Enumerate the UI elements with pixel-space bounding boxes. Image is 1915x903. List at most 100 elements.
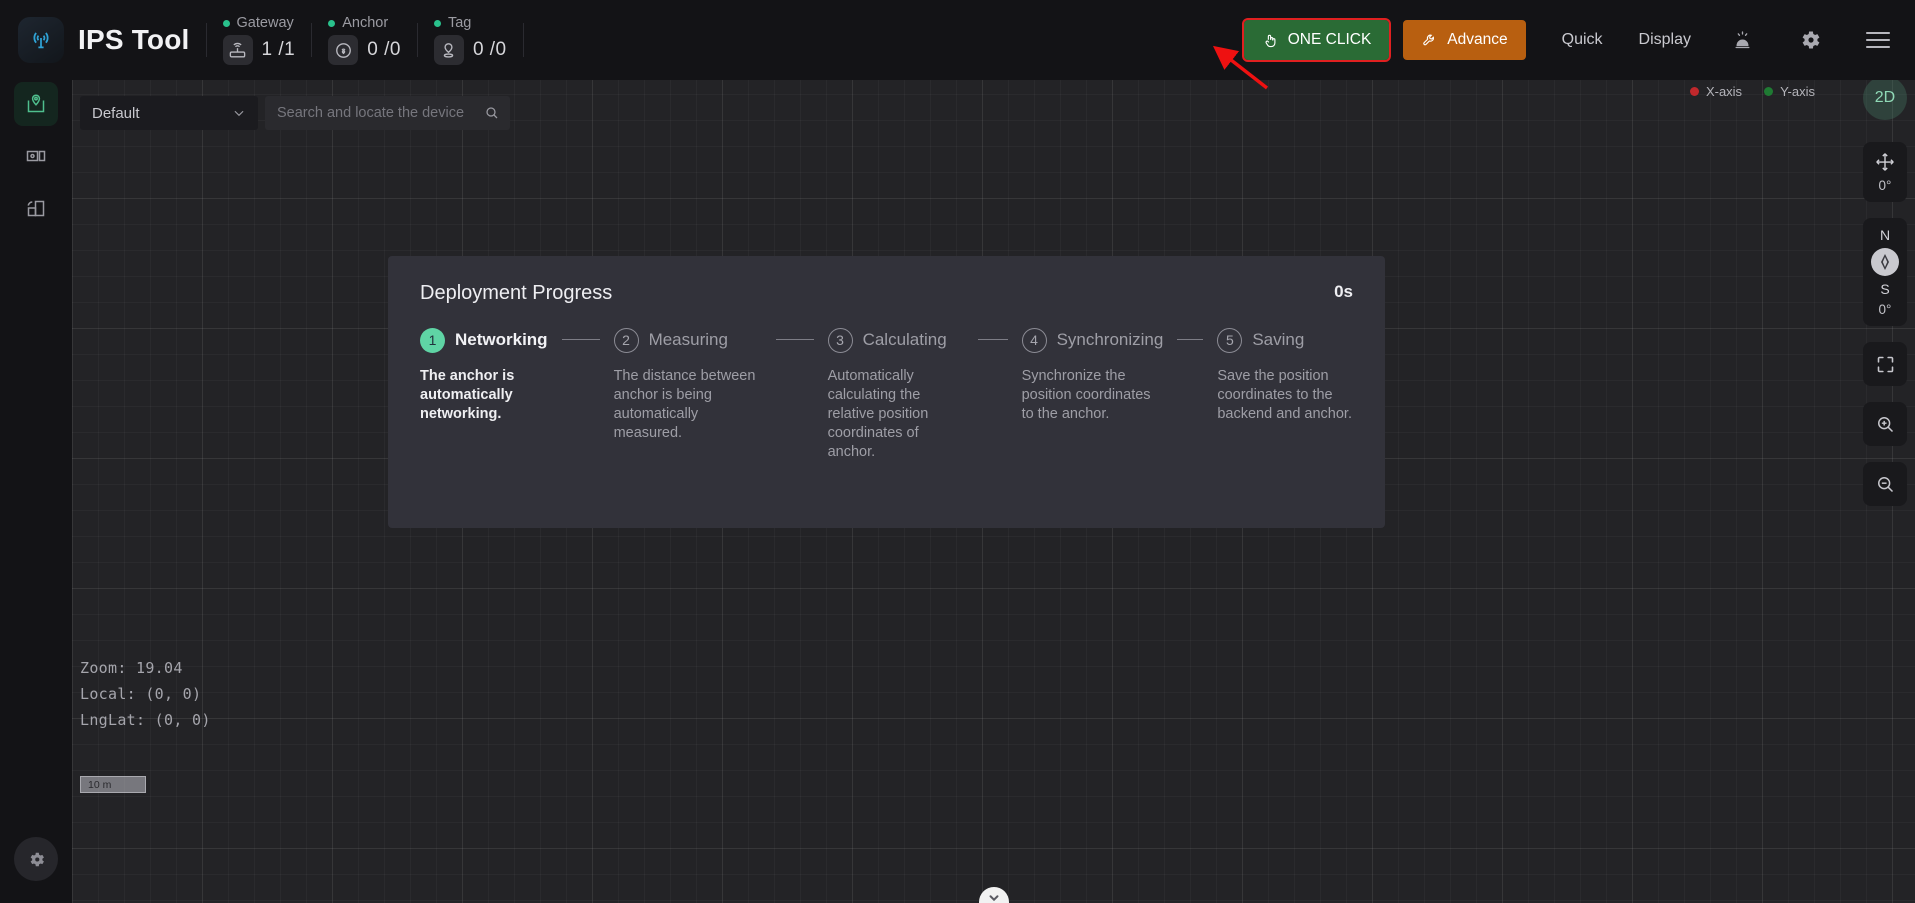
header-divider-1 <box>205 23 207 57</box>
sidebar-item-building[interactable] <box>14 186 58 230</box>
legend-item-y-axis: Y-axis <box>1764 84 1815 99</box>
hamburger-menu-icon[interactable] <box>1861 23 1895 57</box>
stat-gateway-value: 1 /1 <box>261 39 296 60</box>
zoom-in-icon <box>1877 416 1893 432</box>
stat-anchor-value: 0 /0 <box>367 39 401 60</box>
step-description: Save the position coordinates to the bac… <box>1217 368 1352 422</box>
step-connector <box>561 339 600 340</box>
scene-select[interactable]: Default <box>80 96 258 130</box>
sidebar-settings-button[interactable] <box>14 837 58 881</box>
progress-steps: 1 Networking The anchor is automatically… <box>420 327 1353 462</box>
stat-anchor-value-row: 0 /0 <box>328 35 401 65</box>
step-label: Networking <box>455 330 548 349</box>
step-label: Synchronizing <box>1056 330 1164 349</box>
step-number-badge: 3 <box>827 327 853 353</box>
local-readout: Local: (0, 0) <box>80 685 211 703</box>
panel-header: Deployment Progress 0s <box>420 282 1353 305</box>
status-dot-icon <box>328 19 336 27</box>
device-search[interactable] <box>265 96 510 130</box>
step-connector <box>775 339 814 340</box>
tag-pin-icon <box>433 35 464 65</box>
fit-screen-button[interactable] <box>1863 342 1907 386</box>
status-dot-icon <box>222 19 230 27</box>
alarm-light-icon[interactable] <box>1725 23 1759 57</box>
advance-button[interactable]: Advance <box>1403 20 1526 60</box>
stat-tag[interactable]: Tag 0 /0 <box>433 12 507 68</box>
router-icon <box>222 35 253 65</box>
stat-tag-value-row: 0 /0 <box>433 35 507 65</box>
step-description: The anchor is automatically networking. <box>420 368 515 422</box>
app-header: IPS Tool Gateway 1 /1 Anchor 0 /0 Tag 0 … <box>0 0 1915 80</box>
step-head: 3 Calculating <box>827 327 964 353</box>
step-synchronizing[interactable]: 4 Synchronizing Synchronize the position… <box>1021 327 1164 462</box>
stat-tag-label-row: Tag <box>433 15 472 31</box>
advance-button-label: Advance <box>1447 31 1508 48</box>
y-axis-color-dot <box>1764 87 1774 96</box>
step-number-badge: 5 <box>1217 327 1243 353</box>
zoom-readout-value: 19.04 <box>136 659 183 677</box>
search-input[interactable] <box>277 105 484 121</box>
step-connector <box>977 339 1008 340</box>
bottom-panel-toggle[interactable] <box>978 887 1009 903</box>
stat-anchor-label: Anchor <box>342 15 389 31</box>
compass-north-label: N <box>1879 227 1891 243</box>
panel-elapsed-timer: 0s <box>1334 282 1353 301</box>
local-readout-label: Local: <box>80 685 136 703</box>
stat-anchor[interactable]: Anchor 0 /0 <box>328 12 401 68</box>
legend-label-y-axis: Y-axis <box>1780 84 1815 99</box>
step-connector <box>1177 339 1204 340</box>
compass-control[interactable]: N S 0° <box>1863 218 1907 326</box>
zoom-readout: Zoom: 19.04 <box>80 659 211 677</box>
signal-tower-icon <box>33 32 49 49</box>
step-head: 1 Networking <box>420 327 548 353</box>
zoom-out-icon <box>1877 476 1893 492</box>
map-right-toolbar: 0° N S 0° <box>1863 142 1907 522</box>
step-measuring[interactable]: 2 Measuring The distance between anchor … <box>613 327 762 462</box>
display-link[interactable]: Display <box>1639 31 1691 49</box>
left-sidebar <box>0 68 72 903</box>
fit-screen-icon <box>1877 356 1893 372</box>
lnglat-readout: LngLat: (0, 0) <box>80 711 211 729</box>
pitch-control[interactable]: 0° <box>1863 142 1907 202</box>
stat-gateway-value-row: 1 /1 <box>222 35 296 65</box>
search-icon[interactable] <box>484 105 500 121</box>
pitch-value: 0° <box>1878 178 1892 193</box>
one-click-button[interactable]: ONE CLICK <box>1241 18 1392 62</box>
step-label: Calculating <box>862 330 947 349</box>
zoom-in-button[interactable] <box>1863 402 1907 446</box>
status-dot-icon <box>433 19 441 27</box>
view-mode-toggle[interactable]: 2D <box>1863 76 1907 120</box>
tap-hand-icon <box>1262 32 1279 49</box>
lnglat-readout-label: LngLat: <box>80 711 146 729</box>
step-networking[interactable]: 1 Networking The anchor is automatically… <box>420 327 548 462</box>
legend-item-x-axis: X-axis <box>1689 84 1742 99</box>
sidebar-item-map[interactable] <box>14 82 58 126</box>
stat-gateway[interactable]: Gateway 1 /1 <box>222 12 296 68</box>
move-arrows-icon <box>1876 153 1894 171</box>
zoom-out-button[interactable] <box>1863 462 1907 506</box>
sidebar-item-dashboard[interactable] <box>14 134 58 178</box>
step-saving[interactable]: 5 Saving Save the position coordinates t… <box>1217 327 1377 462</box>
step-number-badge: 4 <box>1021 327 1047 353</box>
step-label: Measuring <box>648 330 728 349</box>
stat-tag-label: Tag <box>447 15 472 31</box>
step-head: 5 Saving <box>1217 327 1377 353</box>
step-description: The distance between anchor is being aut… <box>613 368 756 441</box>
ips-tool-app: IPS Tool Gateway 1 /1 Anchor 0 /0 Tag 0 … <box>0 0 1915 903</box>
stat-anchor-label-row: Anchor <box>328 15 388 31</box>
scene-select-value: Default <box>92 104 140 122</box>
lnglat-readout-value: (0, 0) <box>154 711 211 729</box>
dashboard-layout-icon <box>26 150 46 162</box>
one-click-button-label: ONE CLICK <box>1287 31 1372 48</box>
step-head: 4 Synchronizing <box>1021 327 1164 353</box>
quick-link[interactable]: Quick <box>1562 31 1603 49</box>
stat-tag-value: 0 /0 <box>472 39 507 60</box>
map-status-readout: Zoom: 19.04 Local: (0, 0) LngLat: (0, 0) <box>80 659 211 737</box>
panel-title: Deployment Progress <box>420 282 613 304</box>
header-divider-4 <box>522 23 524 57</box>
gear-icon <box>30 852 44 866</box>
step-calculating[interactable]: 3 Calculating Automatically calculating … <box>827 327 964 462</box>
step-label: Saving <box>1252 330 1305 349</box>
chevron-down-icon <box>234 110 244 117</box>
gear-icon[interactable] <box>1793 23 1827 57</box>
